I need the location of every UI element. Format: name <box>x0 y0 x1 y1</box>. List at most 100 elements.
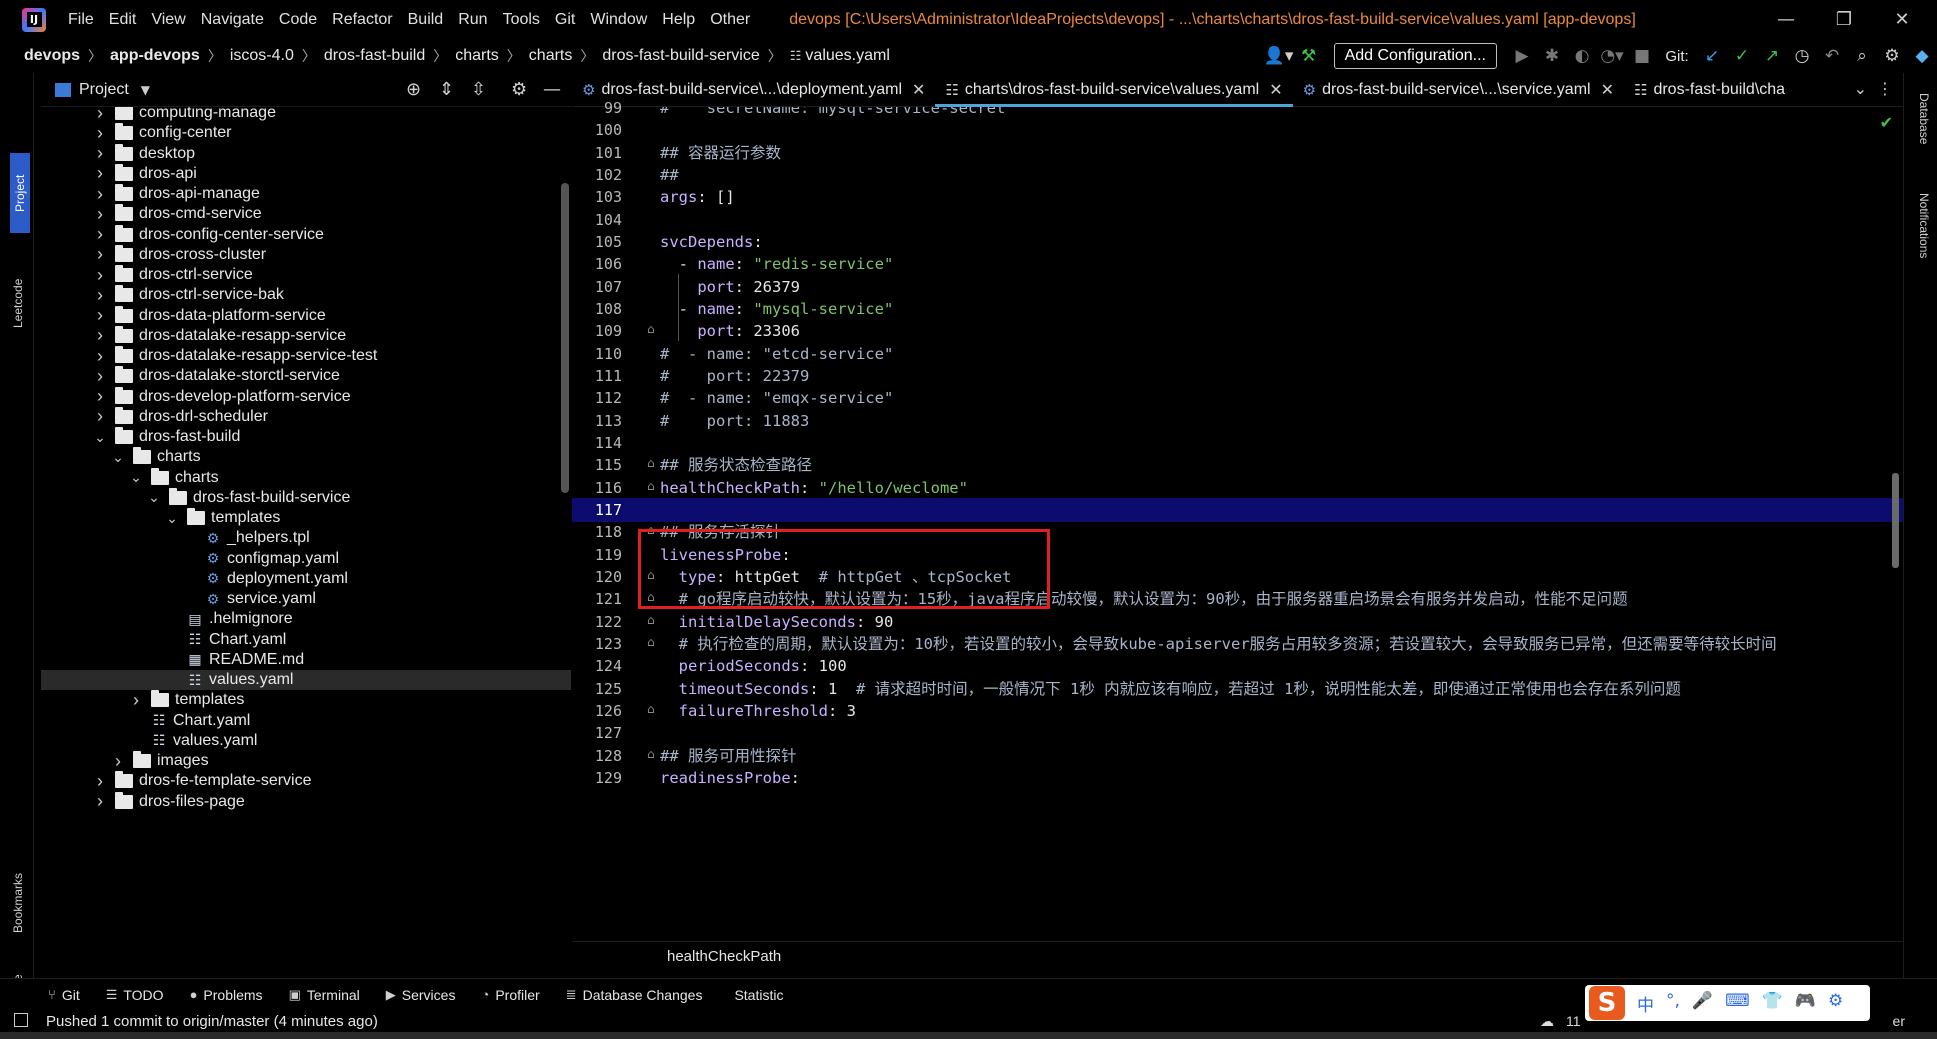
code-line[interactable]: readinessProbe: <box>660 767 800 789</box>
tree-folder[interactable]: › dros-config-center-service <box>41 224 571 245</box>
tree-folder[interactable]: › dros-develop-platform-service <box>41 386 571 407</box>
chevron-down-icon[interactable]: ⌄ <box>147 489 161 506</box>
run-icon[interactable]: ▶ <box>1507 42 1537 70</box>
plugin-icon[interactable]: ◆ <box>1907 42 1937 70</box>
breadcrumb-item[interactable]: values.yaml <box>805 47 889 65</box>
tree-folder[interactable]: › dros-cmd-service <box>41 204 571 224</box>
ime-item[interactable]: ⚙ <box>1828 991 1843 1016</box>
chevron-down-icon[interactable]: ⌄ <box>111 449 125 466</box>
chevron-right-icon[interactable]: › <box>93 123 107 144</box>
fold-marker-icon[interactable]: ⌂ <box>647 456 655 470</box>
chevron-right-icon[interactable]: › <box>93 771 107 792</box>
code-line[interactable]: port: 26379 <box>660 276 800 298</box>
menu-item-run[interactable]: Run <box>458 11 487 29</box>
menu-item-help[interactable]: Help <box>662 11 695 29</box>
tool-tab-database[interactable]: Database <box>1917 93 1931 144</box>
chevron-right-icon[interactable]: › <box>93 346 107 367</box>
tree-folder[interactable]: ⌄ charts <box>41 467 571 488</box>
tree-folder[interactable]: › dros-drl-scheduler <box>41 406 571 427</box>
code-area[interactable]: # secretName: mysql-service-secret ## 容器运… <box>660 107 1875 939</box>
fold-marker-icon[interactable]: ⌂ <box>647 322 655 336</box>
stop-icon[interactable]: ■ <box>1627 42 1657 70</box>
git-push-icon[interactable]: ↗ <box>1757 42 1787 70</box>
tree-folder[interactable]: › templates <box>41 690 571 710</box>
fold-marker-icon[interactable]: ⌂ <box>647 702 655 716</box>
code-line[interactable]: ## 服务状态检查路径 <box>660 454 812 476</box>
tree-folder[interactable]: › dros-api-manage <box>41 184 571 204</box>
tool-tab-project[interactable]: Project <box>10 153 30 233</box>
fold-marker-icon[interactable]: ⌂ <box>647 613 655 627</box>
close-icon[interactable]: ✕ <box>1601 80 1614 100</box>
panel-settings-icon[interactable]: ⚙ <box>511 79 527 100</box>
profile-icon[interactable]: ◔▾ <box>1597 42 1627 70</box>
chevron-right-icon[interactable]: › <box>93 791 107 812</box>
tool-tab-notifications[interactable]: Notifications <box>1917 193 1931 258</box>
code-line[interactable]: # - name: "emqx-service" <box>660 387 893 409</box>
status-right-tail[interactable]: er <box>1893 1013 1905 1029</box>
chevron-down-icon[interactable]: ▼ <box>141 83 150 97</box>
code-line[interactable]: - name: "mysql-service" <box>660 298 894 320</box>
tool-problems[interactable]: ● Problems <box>190 987 263 1003</box>
tool-services[interactable]: ▶ Services <box>386 987 456 1003</box>
ime-item[interactable]: 中 <box>1637 991 1654 1016</box>
tree-file[interactable]: ☷ values.yaml <box>41 731 571 751</box>
chevron-right-icon[interactable]: › <box>93 184 107 205</box>
tool-todo[interactable]: ☰ TODO <box>106 987 164 1003</box>
expand-all-icon[interactable]: ⇕ <box>439 79 454 100</box>
tree-file[interactable]: ☷ Chart.yaml <box>41 711 571 731</box>
code-line[interactable]: periodSeconds: 100 <box>660 655 847 677</box>
tree-folder[interactable]: › dros-data-platform-service <box>41 305 571 326</box>
menu-item-git[interactable]: Git <box>555 11 575 29</box>
tree-file[interactable]: ▦ README.md <box>41 650 571 670</box>
editor-tab[interactable]: ⚙ dros-fast-build-service\...\service.yam… <box>1293 73 1624 107</box>
project-panel-title[interactable]: Project <box>79 81 129 99</box>
tool-statistic[interactable]: Statistic <box>728 987 783 1003</box>
chevron-right-icon[interactable]: › <box>93 285 107 306</box>
menu-item-file[interactable]: File <box>68 11 94 29</box>
code-line[interactable]: initialDelaySeconds: 90 <box>660 611 894 633</box>
tree-file[interactable]: ▤ .helmignore <box>41 609 571 629</box>
tree-folder[interactable]: › desktop <box>41 143 571 164</box>
code-line[interactable]: failureThreshold: 3 <box>660 700 856 722</box>
code-line[interactable]: # 执行检查的周期，默认设置为：10秒，若设置的较小，会导致kube-apise… <box>660 633 1777 655</box>
search-icon[interactable]: ⌕ <box>1847 42 1877 70</box>
close-icon[interactable]: ✕ <box>912 80 925 100</box>
ime-item[interactable]: ⌨ <box>1725 991 1750 1016</box>
tree-file[interactable]: ⚙ deployment.yaml <box>41 569 571 589</box>
cloud-sync-icon[interactable]: ☁ <box>1540 1013 1554 1030</box>
tree-folder[interactable]: ⌄ dros-fast-build-service <box>41 487 571 508</box>
tree-folder[interactable]: › dros-api <box>41 163 571 184</box>
tree-file[interactable]: ☷ values.yaml <box>41 670 571 690</box>
menu-item-refactor[interactable]: Refactor <box>332 11 392 29</box>
tree-folder[interactable]: › dros-cross-cluster <box>41 244 571 265</box>
code-line[interactable]: # port: 11883 <box>660 410 809 432</box>
tool-database-changes[interactable]: ≣ Database Changes <box>566 987 703 1003</box>
settings-gear-icon[interactable]: ⚙ <box>1877 42 1907 70</box>
chevron-right-icon[interactable]: › <box>111 751 125 772</box>
code-line[interactable]: # - name: "etcd-service" <box>660 343 893 365</box>
code-line[interactable]: timeoutSeconds: 1 # 请求超时时间，一般情况下 1秒 内就应该… <box>660 678 1681 700</box>
tree-folder[interactable]: › dros-datalake-resapp-service <box>41 325 571 346</box>
tree-folder[interactable]: › dros-datalake-storctl-service <box>41 366 571 386</box>
hide-panel-icon[interactable]: — <box>543 79 561 100</box>
chevron-right-icon[interactable]: › <box>93 163 107 184</box>
add-configuration-button[interactable]: Add Configuration... <box>1333 43 1497 69</box>
code-line[interactable]: args: [] <box>660 186 735 208</box>
code-line[interactable]: port: 23306 <box>660 320 800 342</box>
tree-file[interactable]: ⚙ configmap.yaml <box>41 549 571 569</box>
git-update-icon[interactable]: ↙ <box>1697 42 1727 70</box>
chevron-right-icon[interactable]: › <box>93 305 107 326</box>
breadcrumb-item[interactable]: devops <box>24 47 80 65</box>
breadcrumb-item[interactable]: iscos-4.0 <box>230 47 294 65</box>
sogou-ime-logo-icon[interactable]: S <box>1589 986 1625 1020</box>
code-line[interactable]: ## <box>660 164 679 186</box>
restore-button[interactable]: ❐ <box>1815 0 1873 39</box>
chevron-right-icon[interactable]: › <box>129 690 143 711</box>
status-message[interactable]: Pushed 1 commit to origin/master (4 minu… <box>46 1013 378 1030</box>
menu-item-other[interactable]: Other <box>710 11 750 29</box>
intellij-logo-icon[interactable]: IJ <box>22 7 46 32</box>
ime-item[interactable]: 🎮 <box>1795 991 1816 1016</box>
tree-folder[interactable]: › dros-files-page <box>41 791 571 812</box>
editor-breadcrumb[interactable]: healthCheckPath <box>572 941 1903 971</box>
chevron-down-icon[interactable]: ⌄ <box>93 429 107 446</box>
